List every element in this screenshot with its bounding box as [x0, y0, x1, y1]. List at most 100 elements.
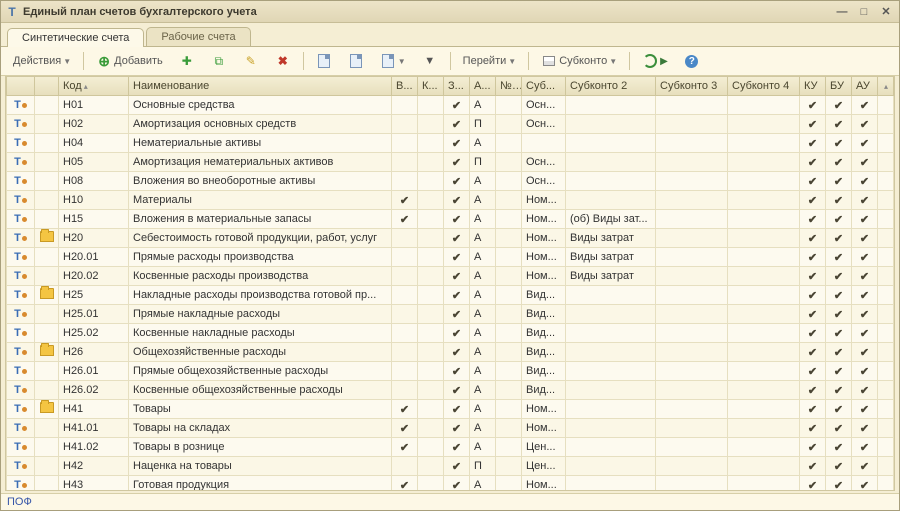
n-cell: [496, 134, 522, 153]
col-k[interactable]: К...: [418, 77, 444, 96]
accounts-grid[interactable]: Код▴ Наименование В... К... З... А... №.…: [6, 77, 894, 490]
folder-icon: [40, 231, 54, 242]
z-cell: ✔: [444, 381, 470, 400]
bu-cell: ✔: [826, 476, 852, 491]
table-row[interactable]: TН26.02Косвенные общехозяйственные расхо…: [7, 381, 894, 400]
au-cell: ✔: [852, 324, 878, 343]
sub3-cell: [656, 457, 728, 476]
sub1-cell: Осн...: [522, 172, 566, 191]
add-copy-button[interactable]: ⧉: [205, 50, 233, 72]
k-cell: [418, 457, 444, 476]
name-cell: Прямые расходы производства: [129, 248, 392, 267]
table-row[interactable]: TН26.01Прямые общехозяйственные расходы✔…: [7, 362, 894, 381]
v-cell: ✔: [392, 210, 418, 229]
col-sub4[interactable]: Субконто 4: [728, 77, 800, 96]
name-cell: Товары: [129, 400, 392, 419]
code-cell: Н08: [59, 172, 129, 191]
table-row[interactable]: TН41Товары✔✔АНом...✔✔✔: [7, 400, 894, 419]
col-sub3[interactable]: Субконто 3: [656, 77, 728, 96]
tab-work-accounts[interactable]: Рабочие счета: [146, 27, 250, 46]
col-ku[interactable]: КУ: [800, 77, 826, 96]
name-cell: Амортизация нематериальных активов: [129, 153, 392, 172]
name-cell: Наценка на товары: [129, 457, 392, 476]
maximize-button[interactable]: □: [855, 4, 873, 20]
col-name[interactable]: Наименование: [129, 77, 392, 96]
z-cell: ✔: [444, 172, 470, 191]
au-cell: ✔: [852, 381, 878, 400]
delete-button[interactable]: ✖: [269, 50, 297, 72]
table-row[interactable]: TН26Общехозяйственные расходы✔АВид...✔✔✔: [7, 343, 894, 362]
col-au[interactable]: АУ: [852, 77, 878, 96]
subkonto-menu-button[interactable]: Субконто▼: [535, 50, 623, 72]
col-n[interactable]: №..: [496, 77, 522, 96]
k-cell: [418, 115, 444, 134]
col-code[interactable]: Код▴: [59, 77, 129, 96]
k-cell: [418, 381, 444, 400]
list-button[interactable]: [342, 50, 370, 72]
table-row[interactable]: TН04Нематериальные активы✔А✔✔✔: [7, 134, 894, 153]
table-row[interactable]: TН10Материалы✔✔АНом...✔✔✔: [7, 191, 894, 210]
minimize-button[interactable]: —: [833, 4, 851, 20]
folder-cell: [35, 134, 59, 153]
table-row[interactable]: TН41.01Товары на складах✔✔АНом...✔✔✔: [7, 419, 894, 438]
close-button[interactable]: ✕: [877, 4, 895, 20]
table-row[interactable]: TН25.01Прямые накладные расходы✔АВид...✔…: [7, 305, 894, 324]
table-row[interactable]: TН01Основные средства✔АОсн...✔✔✔: [7, 96, 894, 115]
col-a[interactable]: А...: [470, 77, 496, 96]
bu-cell: ✔: [826, 400, 852, 419]
k-cell: [418, 324, 444, 343]
filter-button[interactable]: ▼: [416, 50, 444, 72]
k-cell: [418, 153, 444, 172]
table-row[interactable]: TН08Вложения во внеоборотные активы✔АОсн…: [7, 172, 894, 191]
hierarchy-button[interactable]: [310, 50, 338, 72]
table-row[interactable]: TН05Амортизация нематериальных активов✔П…: [7, 153, 894, 172]
table-row[interactable]: TН15Вложения в материальные запасы✔✔АНом…: [7, 210, 894, 229]
move-button[interactable]: ▼: [374, 50, 412, 72]
table-row[interactable]: TН20Себестоимость готовой продукции, раб…: [7, 229, 894, 248]
table-row[interactable]: TН25Накладные расходы производства готов…: [7, 286, 894, 305]
table-row[interactable]: TН02Амортизация основных средств✔ПОсн...…: [7, 115, 894, 134]
table-row[interactable]: TН43Готовая продукция✔✔АНом...✔✔✔: [7, 476, 894, 491]
col-sub1[interactable]: Суб...: [522, 77, 566, 96]
col-bu[interactable]: БУ: [826, 77, 852, 96]
status-dot-icon: [22, 464, 27, 469]
a-cell: П: [470, 115, 496, 134]
sub3-cell: [656, 191, 728, 210]
actions-menu-button[interactable]: Действия▼: [7, 52, 77, 70]
sub3-cell: [656, 248, 728, 267]
help-button[interactable]: ?: [678, 50, 706, 72]
z-cell: ✔: [444, 134, 470, 153]
table-row[interactable]: TН20.01Прямые расходы производства✔АНом.…: [7, 248, 894, 267]
col-type[interactable]: [7, 77, 35, 96]
table-row[interactable]: TН20.02Косвенные расходы производства✔АН…: [7, 267, 894, 286]
add-group-button[interactable]: ✚: [173, 50, 201, 72]
goto-menu-button[interactable]: Перейти▼: [457, 52, 523, 70]
scroll-gutter-cell: [878, 153, 894, 172]
table-row[interactable]: TН25.02Косвенные накладные расходы✔АВид.…: [7, 324, 894, 343]
scroll-gutter-cell: [878, 248, 894, 267]
separator: [528, 52, 529, 70]
n-cell: [496, 153, 522, 172]
sub2-cell: [566, 362, 656, 381]
ku-cell: ✔: [800, 115, 826, 134]
col-z[interactable]: З...: [444, 77, 470, 96]
account-type-icon: T: [14, 327, 21, 339]
add-button[interactable]: ⊕ Добавить: [90, 50, 169, 72]
k-cell: [418, 419, 444, 438]
scroll-gutter-cell: [878, 134, 894, 153]
sub1-cell: Ном...: [522, 476, 566, 491]
k-cell: [418, 210, 444, 229]
col-sub2[interactable]: Субконто 2: [566, 77, 656, 96]
sub1-cell: Ном...: [522, 400, 566, 419]
col-v[interactable]: В...: [392, 77, 418, 96]
titlebar[interactable]: T Единый план счетов бухгалтерского учет…: [1, 1, 899, 23]
a-cell: А: [470, 134, 496, 153]
table-row[interactable]: TН41.02Товары в рознице✔✔АЦен...✔✔✔: [7, 438, 894, 457]
col-folder[interactable]: [35, 77, 59, 96]
z-cell: ✔: [444, 267, 470, 286]
edit-button[interactable]: ✎: [237, 50, 265, 72]
table-row[interactable]: TН42Наценка на товары✔ПЦен...✔✔✔: [7, 457, 894, 476]
tab-synthetic-accounts[interactable]: Синтетические счета: [7, 28, 144, 47]
code-cell: Н42: [59, 457, 129, 476]
refresh-button[interactable]: ▶: [636, 50, 674, 72]
